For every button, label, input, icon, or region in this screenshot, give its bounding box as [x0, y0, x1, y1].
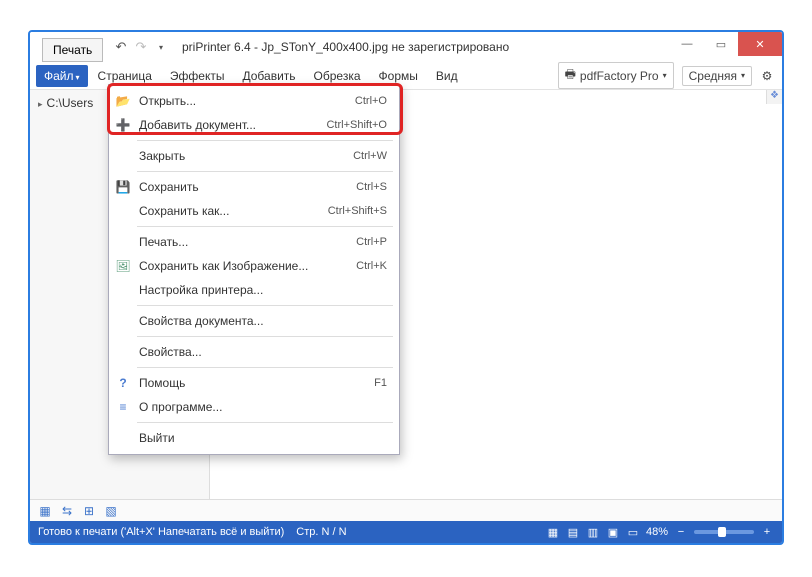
menu-item-print[interactable]: Печать...Ctrl+P [109, 230, 399, 254]
folder-open-icon: 📂 [115, 94, 131, 108]
bottom-toolbar: ▦ ⇆ ⊞ ▧ [30, 499, 782, 521]
close-button[interactable]: ✕ [738, 32, 782, 56]
menu-item-save-as[interactable]: Сохранить как...Ctrl+Shift+S [109, 199, 399, 223]
menu-item-save[interactable]: 💾 СохранитьCtrl+S [109, 175, 399, 199]
zoom-thumb[interactable] [718, 527, 726, 537]
app-window: Печать ↶ ↷ ▾ priPrinter 6.4 - Jp_STonY_4… [28, 30, 784, 545]
menu-separator [137, 226, 393, 227]
zoom-slider[interactable] [694, 530, 754, 534]
minimize-button[interactable]: — [670, 32, 704, 56]
titlebar: Печать ↶ ↷ ▾ priPrinter 6.4 - Jp_STonY_4… [30, 32, 782, 62]
quality-selector[interactable]: Средняя ▾ [682, 66, 752, 86]
tool-icon-2[interactable]: ⇆ [60, 504, 74, 518]
menu-item-doc-properties[interactable]: Свойства документа... [109, 309, 399, 333]
menu-item-properties[interactable]: Свойства... [109, 340, 399, 364]
view-mode-5-icon[interactable]: ▭ [626, 526, 640, 539]
menu-separator [137, 336, 393, 337]
status-ready: Готово к печати ('Alt+X' Напечатать всё … [38, 526, 284, 538]
print-button[interactable]: Печать [42, 38, 103, 62]
zoom-out-icon[interactable]: − [674, 526, 688, 538]
menu-item-about[interactable]: ≡ О программе... [109, 395, 399, 419]
status-page: Стр. N / N [296, 526, 346, 538]
menu-separator [137, 171, 393, 172]
file-menu-dropdown: 📂 Открыть...Ctrl+O ➕ Добавить документ..… [108, 84, 400, 455]
tool-icon-3[interactable]: ⊞ [82, 504, 96, 518]
chevron-down-icon: ▾ [663, 71, 667, 80]
about-icon: ≡ [115, 400, 131, 414]
zoom-in-icon[interactable]: + [760, 526, 774, 538]
printer-icon: 🖶 [565, 65, 576, 86]
view-mode-3-icon[interactable]: ▥ [586, 526, 600, 539]
redo-icon[interactable]: ↷ [134, 39, 148, 55]
menu-view[interactable]: Вид [428, 65, 466, 87]
maximize-button[interactable]: ▭ [704, 32, 738, 56]
zoom-value: 48% [646, 526, 668, 538]
help-icon: ? [115, 376, 131, 390]
gear-icon[interactable]: ⚙ [760, 69, 774, 83]
quick-access-toolbar: ↶ ↷ ▾ priPrinter 6.4 - Jp_STonY_400x400.… [114, 39, 509, 55]
window-title: priPrinter 6.4 - Jp_STonY_400x400.jpg не… [182, 40, 509, 54]
view-mode-4-icon[interactable]: ▣ [606, 526, 620, 539]
menu-file[interactable]: Файл▾ [36, 65, 88, 87]
menu-item-save-image[interactable]: 🖼 Сохранить как Изображение...Ctrl+K [109, 254, 399, 278]
tool-icon-1[interactable]: ▦ [38, 504, 52, 518]
view-mode-2-icon[interactable]: ▤ [566, 526, 580, 539]
menu-separator [137, 367, 393, 368]
menu-item-help[interactable]: ? ПомощьF1 [109, 371, 399, 395]
add-document-icon: ➕ [115, 118, 131, 132]
menu-item-exit[interactable]: Выйти [109, 426, 399, 450]
chevron-down-icon: ▾ [741, 71, 745, 80]
image-icon: 🖼 [115, 259, 131, 273]
menu-separator [137, 140, 393, 141]
menu-item-open[interactable]: 📂 Открыть...Ctrl+O [109, 89, 399, 113]
save-icon: 💾 [115, 180, 131, 194]
view-mode-1-icon[interactable]: ▦ [546, 526, 560, 539]
printer-selector[interactable]: 🖶 pdfFactory Pro ▾ [558, 62, 674, 89]
menu-item-close[interactable]: ЗакрытьCtrl+W [109, 144, 399, 168]
menu-separator [137, 305, 393, 306]
menu-separator [137, 422, 393, 423]
tool-icon-4[interactable]: ▧ [104, 504, 118, 518]
undo-icon[interactable]: ↶ [114, 39, 128, 55]
qat-dropdown-icon[interactable]: ▾ [154, 43, 168, 52]
menu-item-add-document[interactable]: ➕ Добавить документ...Ctrl+Shift+O [109, 113, 399, 137]
menu-item-printer-setup[interactable]: Настройка принтера... [109, 278, 399, 302]
corner-widget-icon[interactable]: ❖ [766, 90, 782, 104]
statusbar: Готово к печати ('Alt+X' Напечатать всё … [30, 521, 782, 543]
tree-caret-icon: ▸ [38, 99, 43, 109]
